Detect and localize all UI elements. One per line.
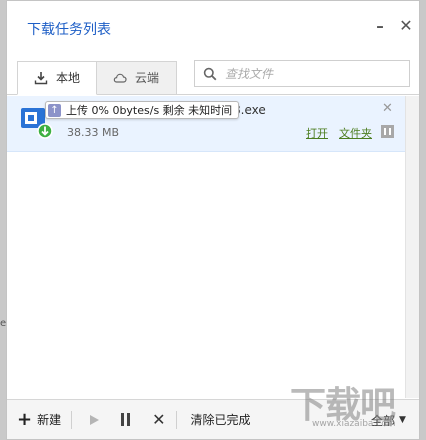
pause-all-icon[interactable] <box>120 413 132 426</box>
minimize-button[interactable]: – <box>371 15 389 37</box>
file-size: 38.33 MB <box>67 126 120 139</box>
background-edge-text: e <box>0 318 7 329</box>
toolbar-separator <box>175 410 177 429</box>
plus-icon: + <box>17 408 33 430</box>
tab-local-label: 本地 <box>56 71 81 85</box>
task-row[interactable]: ↑ 上传 0% 0bytes/s 剩余 未知时间 8.exe 38.33 MB … <box>7 96 405 152</box>
search-input[interactable] <box>225 66 395 81</box>
download-task-window: 下载任务列表 – ✕ 本地 云端 ↑ <box>6 0 420 440</box>
pause-task-button[interactable] <box>381 125 394 138</box>
cloud-icon <box>113 71 127 85</box>
new-task-label: 新建 <box>37 413 62 427</box>
close-button[interactable]: ✕ <box>397 15 415 37</box>
toolbar-separator <box>71 410 73 429</box>
upload-icon: ↑ <box>48 103 61 117</box>
start-icon[interactable] <box>88 414 100 426</box>
search-icon <box>203 67 217 81</box>
delete-icon[interactable]: ✕ <box>152 400 165 440</box>
open-folder-link[interactable]: 文件夹 <box>339 125 372 141</box>
chevron-down-icon: ▼ <box>399 415 406 425</box>
upload-status-text: 上传 0% 0bytes/s 剩余 未知时间 <box>66 104 233 117</box>
watermark-url: www.xiazaiba.com <box>312 419 396 429</box>
download-icon <box>34 71 48 85</box>
tab-cloud-label: 云端 <box>135 71 160 85</box>
tab-cloud[interactable]: 云端 <box>97 61 177 95</box>
window-title: 下载任务列表 <box>27 22 111 38</box>
new-task-button[interactable]: + 新建 <box>17 400 61 440</box>
search-box[interactable] <box>194 60 410 87</box>
upload-status-tooltip: ↑ 上传 0% 0bytes/s 剩余 未知时间 <box>45 101 240 119</box>
clear-completed-button[interactable]: 清除已完成 <box>191 400 251 440</box>
remove-task-icon[interactable]: ✕ <box>382 101 393 116</box>
scrollbar[interactable] <box>405 96 419 398</box>
open-file-link[interactable]: 打开 <box>306 125 328 141</box>
tab-local[interactable]: 本地 <box>17 61 97 95</box>
